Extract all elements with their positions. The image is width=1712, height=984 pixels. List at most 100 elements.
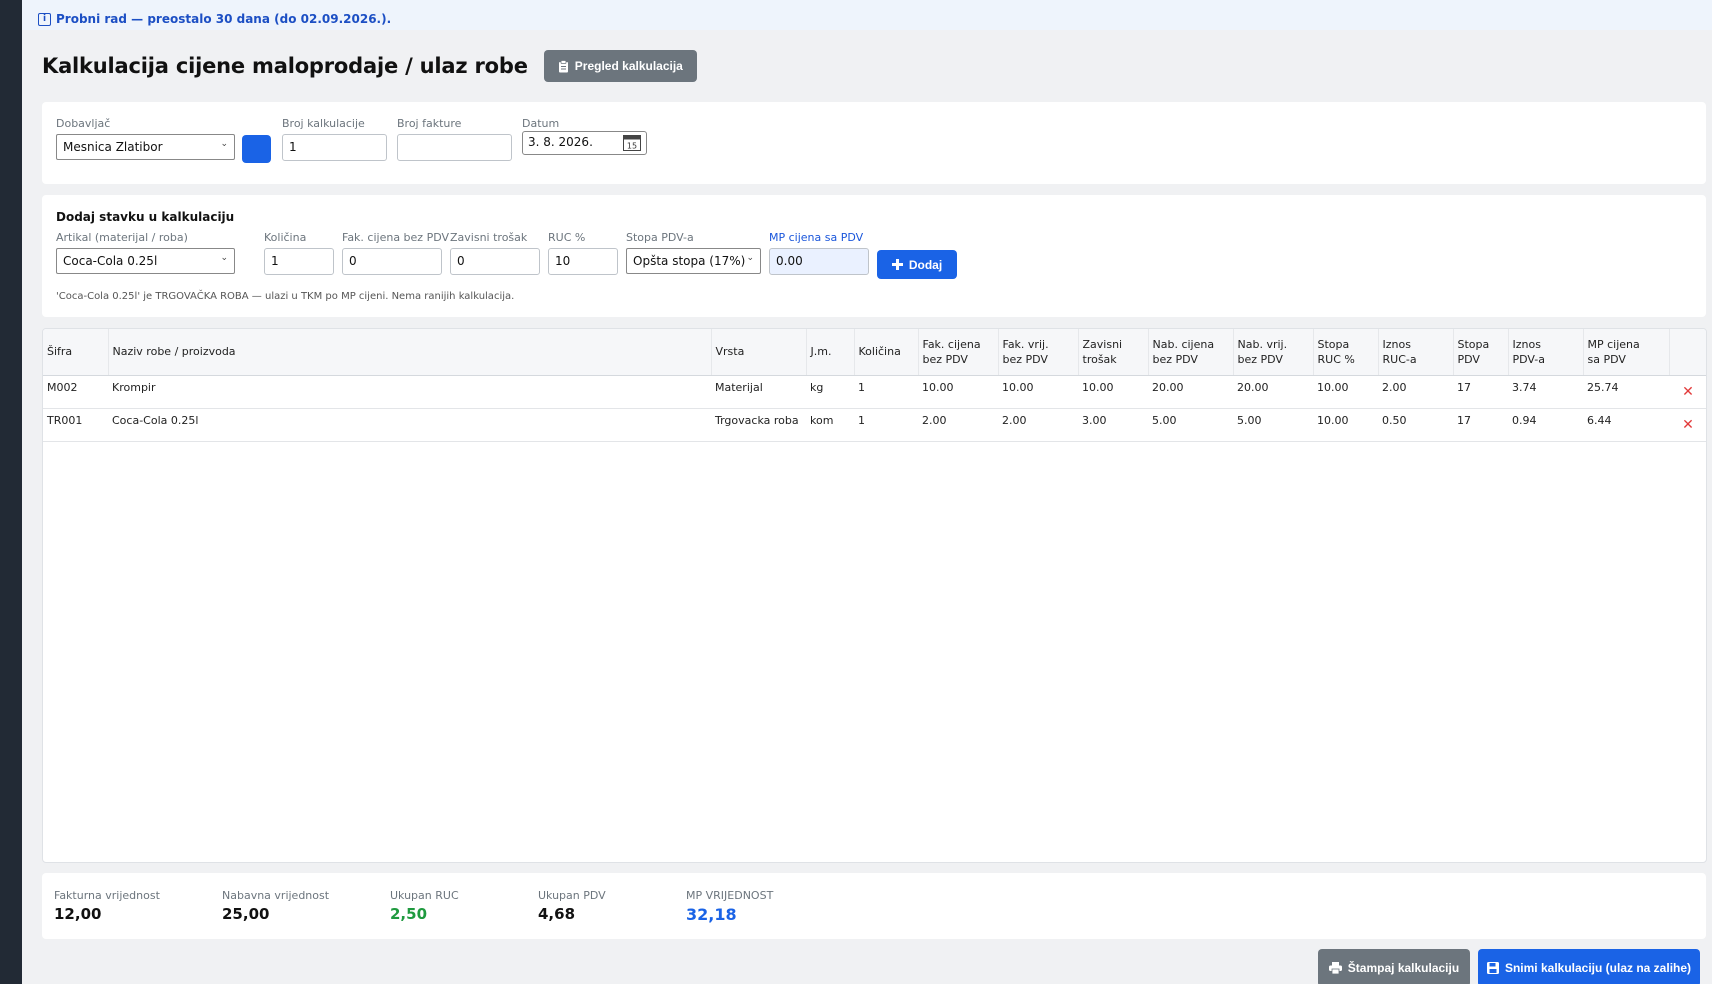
column-header: Nab. vrij. bez PDV [1233, 329, 1314, 376]
calc-number-input[interactable]: 1 [282, 134, 387, 161]
cell-code: TR001 [43, 408, 108, 442]
column-header: Količina [854, 329, 919, 376]
article-select-value: Coca-Cola 0.25l [63, 254, 158, 268]
totals-card: Fakturna vrijednost 12,00 Nabavna vrijed… [42, 873, 1706, 939]
quantity-input[interactable]: 1 [264, 248, 334, 275]
info-icon: i [38, 12, 51, 26]
cell-unit: kom [806, 408, 854, 442]
total-ruc: Ukupan RUC 2,50 [390, 889, 459, 923]
column-header-actions [1669, 329, 1706, 376]
dependent-cost-input[interactable]: 0 [450, 248, 540, 275]
calc-number-label: Broj kalkulacije [282, 117, 365, 130]
cell-purchase-value: 5.00 [1233, 408, 1313, 442]
quantity-label: Količina [264, 231, 307, 244]
date-input[interactable]: 3. 8. 2026. 15 [522, 131, 647, 155]
ruc-label: RUC % [548, 231, 586, 244]
cell-invoice-price: 2.00 [918, 408, 998, 442]
trial-banner-text: Probni rad — preostalo 30 dana (do 02.09… [56, 12, 392, 26]
total-mp-value: MP VRIJEDNOST 32,18 [686, 889, 773, 924]
cell-purchase-value: 20.00 [1233, 375, 1313, 409]
cell-vat-rate: 17 [1453, 375, 1508, 409]
column-header: Nab. cijena bez PDV [1148, 329, 1234, 376]
vat-rate-label: Stopa PDV-a [626, 231, 694, 244]
delete-row-close-icon[interactable]: ✕ [1669, 375, 1706, 409]
supplier-label: Dobavljač [56, 117, 111, 130]
total-invoice-label: Fakturna vrijednost [54, 889, 160, 902]
table-row: M002 Krompir Materijal kg 1 10.00 10.00 … [43, 375, 1706, 409]
cell-dependent-cost: 3.00 [1078, 408, 1148, 442]
column-header: Šifra [43, 329, 109, 376]
save-calculation-label: Snimi kalkulaciju (ulaz na zalihe) [1504, 961, 1692, 975]
cell-ruc-rate: 10.00 [1313, 408, 1378, 442]
total-ruc-label: Ukupan RUC [390, 889, 459, 902]
add-item-card: Dodaj stavku u kalkulaciju Artikal (mate… [42, 195, 1706, 317]
supplier-select[interactable]: Mesnica Zlatibor ⌄ [56, 134, 235, 160]
delete-row-close-icon[interactable]: ✕ [1669, 408, 1706, 442]
vat-rate-value: Opšta stopa (17%) [633, 254, 746, 268]
cell-ruc-amount: 2.00 [1378, 375, 1453, 409]
total-invoice-amount: 12,00 [54, 905, 102, 923]
cell-ruc-amount: 0.50 [1378, 408, 1453, 442]
left-sidebar-strip [0, 0, 22, 984]
total-purchase-label: Nabavna vrijednost [222, 889, 330, 902]
cell-purchase-price: 20.00 [1148, 375, 1233, 409]
column-header: Stopa PDV [1453, 329, 1509, 376]
cell-mp-price: 25.74 [1583, 375, 1669, 409]
total-vat: Ukupan PDV 4,68 [538, 889, 606, 923]
printer-icon [1328, 962, 1342, 974]
total-purchase-value: Nabavna vrijednost 25,00 [222, 889, 329, 923]
print-calculation-button[interactable]: Štampaj kalkulaciju [1318, 949, 1470, 984]
cell-name: Krompir [108, 375, 711, 409]
header-form-card: Dobavljač Mesnica Zlatibor ⌄ Broj kalkul… [42, 102, 1706, 184]
total-mp-amount: 32,18 [686, 905, 737, 924]
article-hint: 'Coca-Cola 0.25l' je TRGOVAČKA ROBA — ul… [56, 291, 515, 302]
mp-price-input[interactable]: 0.00 [769, 248, 869, 275]
calendar-icon[interactable]: 15 [623, 134, 641, 151]
cell-purchase-price: 5.00 [1148, 408, 1233, 442]
cell-vat-amount: 3.74 [1508, 375, 1583, 409]
cell-invoice-price: 10.00 [918, 375, 998, 409]
print-calculation-label: Štampaj kalkulaciju [1347, 961, 1460, 975]
review-calculations-button[interactable]: Pregled kalkulacija [543, 50, 697, 82]
total-purchase-amount: 25,00 [222, 905, 270, 923]
column-header: Iznos RUC-a [1378, 329, 1454, 376]
date-value: 3. 8. 2026. [528, 135, 593, 149]
cell-ruc-rate: 10.00 [1313, 375, 1378, 409]
mp-price-label: MP cijena sa PDV [769, 231, 864, 244]
total-vat-amount: 4,68 [538, 905, 576, 923]
cell-dependent-cost: 10.00 [1078, 375, 1148, 409]
cell-invoice-value: 10.00 [998, 375, 1078, 409]
vat-rate-select[interactable]: Opšta stopa (17%) ⌄ [626, 248, 761, 274]
supplier-select-value: Mesnica Zlatibor [63, 140, 163, 154]
total-ruc-amount: 2,50 [390, 905, 428, 923]
ruc-input[interactable]: 10 [548, 248, 618, 275]
table-row: TR001 Coca-Cola 0.25l Trgovacka roba kom… [43, 408, 1706, 442]
add-item-button[interactable]: Dodaj [877, 250, 957, 279]
add-supplier-button[interactable] [242, 135, 271, 163]
cell-type: Trgovacka roba [711, 408, 806, 442]
floppy-disk-icon [1486, 962, 1499, 974]
svg-text:15: 15 [627, 142, 637, 151]
cell-vat-amount: 0.94 [1508, 408, 1583, 442]
invoice-number-input[interactable] [397, 134, 512, 161]
cell-code: M002 [43, 375, 108, 409]
save-calculation-button[interactable]: Snimi kalkulaciju (ulaz na zalihe) [1478, 949, 1700, 984]
invoice-price-input[interactable]: 0 [342, 248, 442, 275]
clipboard-icon [558, 59, 568, 72]
cell-unit: kg [806, 375, 854, 409]
chevron-down-icon: ⌄ [220, 139, 228, 149]
cell-quantity: 1 [854, 408, 918, 442]
total-vat-label: Ukupan PDV [538, 889, 606, 902]
trial-banner: i Probni rad — preostalo 30 dana (do 02.… [22, 0, 1712, 30]
cell-invoice-value: 2.00 [998, 408, 1078, 442]
cell-mp-price: 6.44 [1583, 408, 1669, 442]
article-select[interactable]: Coca-Cola 0.25l ⌄ [56, 248, 235, 274]
add-item-title: Dodaj stavku u kalkulaciju [56, 210, 235, 224]
article-label: Artikal (materijal / roba) [56, 231, 188, 244]
page-title: Kalkulacija cijene maloprodaje / ulaz ro… [42, 54, 528, 78]
total-mp-label: MP VRIJEDNOST [686, 889, 774, 902]
items-table-card: Šifra Naziv robe / proizvoda Vrsta J.m. … [42, 328, 1707, 863]
column-header: Stopa RUC % [1313, 329, 1379, 376]
invoice-price-label: Fak. cijena bez PDV [342, 231, 450, 244]
column-header: Vrsta [711, 329, 807, 376]
